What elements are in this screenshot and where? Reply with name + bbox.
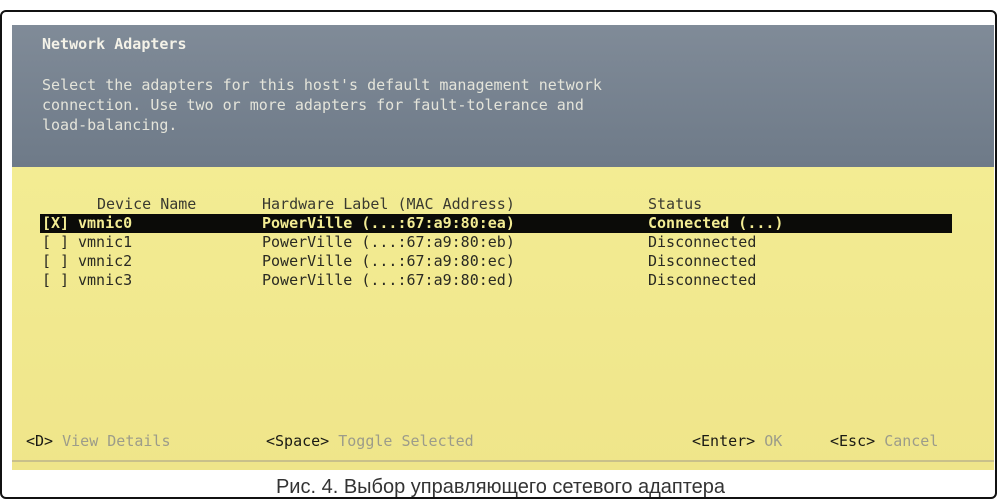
toggle-selected-button[interactable]: <Space> Toggle Selected [266, 430, 474, 452]
figure-frame: Network Adapters Select the adapters for… [0, 10, 997, 499]
console-screen: Network Adapters Select the adapters for… [12, 25, 994, 470]
dialog-header: Network Adapters Select the adapters for… [12, 25, 994, 167]
adapter-list-panel: Device Name Hardware Label (MAC Address)… [12, 167, 994, 470]
table-header: Device Name Hardware Label (MAC Address)… [12, 195, 952, 214]
adapter-hardware-label: PowerVille (...:67:a9:80:ed) [262, 271, 515, 289]
cancel-label: Cancel [884, 432, 939, 450]
ok-label: OK [764, 432, 783, 450]
cancel-button[interactable]: <Esc> Cancel [830, 430, 938, 452]
adapter-checkbox[interactable]: [ ] [42, 271, 69, 290]
adapter-status: Disconnected [648, 271, 757, 289]
adapter-checkbox[interactable]: [X] [42, 214, 69, 233]
view-details-button[interactable]: <D> View Details [26, 430, 171, 452]
adapter-checkbox[interactable]: [ ] [42, 252, 69, 271]
column-status: Status [648, 195, 703, 213]
adapter-device-name: vmnic3 [78, 271, 133, 289]
toggle-key: <Space> [266, 432, 330, 450]
adapter-device-name: vmnic2 [78, 252, 133, 270]
adapter-device-name: vmnic0 [78, 214, 133, 232]
figure-caption: Рис. 4. Выбор управляющего сетевого адап… [275, 476, 726, 498]
adapter-hardware-label: PowerVille (...:67:a9:80:ea) [262, 214, 515, 232]
adapter-row-vmnic1[interactable]: [ ] vmnic1 PowerVille (...:67:a9:80:eb) … [12, 233, 952, 252]
cancel-key: <Esc> [830, 432, 876, 450]
toggle-label: Toggle Selected [338, 432, 474, 450]
view-details-label: View Details [62, 432, 171, 450]
adapter-row-vmnic2[interactable]: [ ] vmnic2 PowerVille (...:67:a9:80:ec) … [12, 252, 952, 271]
adapter-status: Connected (...) [648, 214, 784, 232]
description-line-3: load-balancing. [42, 116, 178, 134]
adapter-checkbox[interactable]: [ ] [42, 233, 69, 252]
ok-key: <Enter> [692, 432, 756, 450]
footer-divider [12, 460, 994, 462]
adapter-device-name: vmnic1 [78, 233, 133, 251]
column-hardware-label: Hardware Label (MAC Address) [262, 195, 515, 213]
ok-button[interactable]: <Enter> OK [692, 430, 782, 452]
description-line-2: connection. Use two or more adapters for… [42, 96, 584, 114]
column-device-name: Device Name [97, 195, 197, 213]
adapter-status: Disconnected [648, 252, 757, 270]
adapter-hardware-label: PowerVille (...:67:a9:80:eb) [262, 233, 515, 251]
key-hints-bar: <D> View Details <Space> Toggle Selected… [12, 430, 994, 452]
view-details-key: <D> [26, 432, 54, 450]
dialog-title: Network Adapters [42, 35, 187, 53]
description-line-1: Select the adapters for this host's defa… [42, 76, 602, 94]
adapter-row-vmnic0[interactable]: [X] vmnic0 PowerVille (...:67:a9:80:ea) … [40, 214, 952, 233]
adapter-hardware-label: PowerVille (...:67:a9:80:ec) [262, 252, 515, 270]
adapter-row-vmnic3[interactable]: [ ] vmnic3 PowerVille (...:67:a9:80:ed) … [12, 271, 952, 290]
adapter-status: Disconnected [648, 233, 757, 251]
